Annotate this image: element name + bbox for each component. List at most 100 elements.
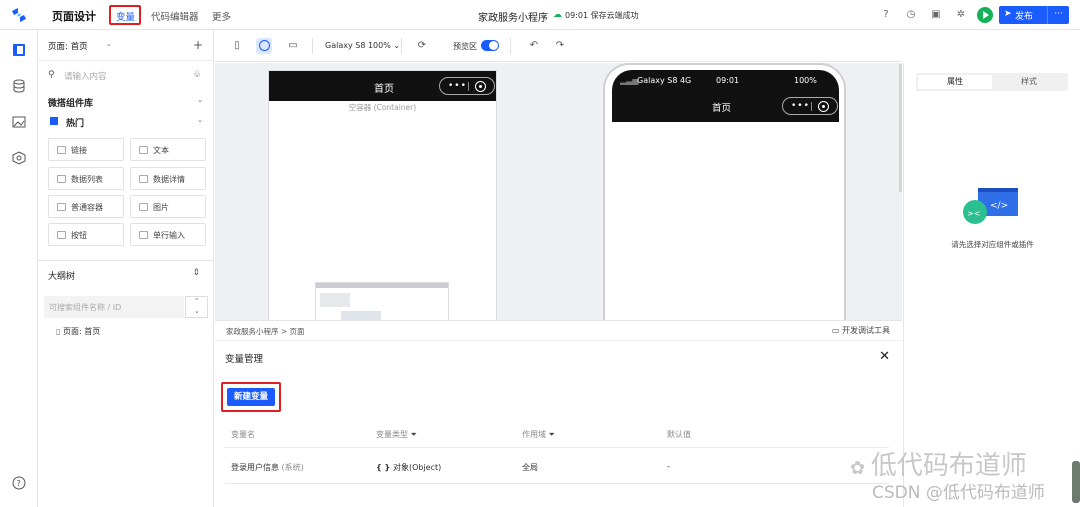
column-header-type-label: 变量类型: [376, 430, 408, 439]
watermark-title: ✿ 低代码布道师: [850, 445, 1027, 482]
component-image[interactable]: 图片: [130, 195, 206, 218]
help-circle-icon[interactable]: ?: [12, 476, 26, 490]
canvas-scrollbar[interactable]: [899, 64, 902, 192]
filter-icon[interactable]: ⏷: [411, 430, 417, 439]
component-label: 链接: [71, 146, 87, 155]
expand-toggle-icon[interactable]: ⇕: [192, 268, 200, 278]
tab-properties[interactable]: 属性: [918, 75, 992, 89]
component-label: 数据详情: [153, 175, 185, 184]
redo-icon[interactable]: ↷: [552, 38, 568, 54]
chevron-down-icon[interactable]: ⌄: [197, 116, 203, 124]
close-icon[interactable]: ✕: [879, 349, 890, 364]
column-header-type[interactable]: 变量类型 ⏷: [376, 429, 417, 440]
component-link[interactable]: 链接: [48, 138, 124, 161]
column-header-scope[interactable]: 作用域 ⏷: [522, 429, 555, 440]
close-target-icon: [818, 101, 829, 112]
empty-container-placeholder[interactable]: 空容器 (Container): [269, 102, 496, 113]
app-root: 页面设计 变量 代码编辑器 更多 家政服务小程序 ☁ 09:01 保存云端成功 …: [0, 0, 1080, 507]
device-battery: 100%: [794, 76, 817, 85]
detail-icon: [139, 175, 148, 183]
device-screen[interactable]: ▂▃▅ Galaxy S8 4G 09:01 100% 首页 •••: [612, 70, 839, 330]
outline-nav-buttons[interactable]: ⌃ ⌄: [185, 296, 208, 318]
chevron-up-icon[interactable]: ⌃: [194, 297, 200, 305]
table-row-divider: [225, 483, 889, 484]
minimap-header: [316, 283, 448, 288]
capsule-divider: [468, 82, 469, 91]
component-button[interactable]: 按钮: [48, 223, 124, 246]
undo-icon[interactable]: ↶: [526, 38, 542, 54]
variable-name: 登录用户信息: [231, 463, 279, 472]
desktop-device-icon[interactable]: ▭: [285, 38, 301, 54]
tab-variables[interactable]: 变量: [116, 9, 135, 23]
new-variable-button[interactable]: 新建变量: [227, 388, 275, 406]
svg-text:><: ><: [967, 209, 980, 218]
library-title[interactable]: 微搭组件库: [48, 96, 93, 109]
component-input[interactable]: 单行输入: [130, 223, 206, 246]
toolbar-divider: [510, 38, 511, 54]
toolbar-divider: [312, 38, 313, 54]
search-placeholder: 请输入内容: [64, 72, 107, 82]
pages-icon[interactable]: [12, 43, 26, 57]
filter-icon[interactable]: ⏷: [549, 430, 555, 439]
history-icon[interactable]: ◷: [905, 9, 917, 21]
chevron-down-icon[interactable]: ⌄: [197, 96, 203, 104]
run-preview-button[interactable]: [977, 7, 993, 23]
tab-code-editor[interactable]: 代码编辑器: [151, 9, 199, 23]
input-icon: [139, 231, 148, 239]
page-scrollbar[interactable]: [1072, 461, 1080, 503]
outline-header[interactable]: 大纲树 ⇕: [38, 260, 214, 286]
devtools-button[interactable]: ▭ 开发调试工具: [832, 325, 890, 336]
database-icon[interactable]: [12, 79, 26, 93]
page-title: 页面设计: [52, 10, 96, 23]
refresh-icon[interactable]: ⟳: [414, 38, 430, 54]
preview-toggle[interactable]: [481, 40, 499, 51]
page-selector[interactable]: 页面: 首页: [48, 40, 88, 52]
page-file-icon: ▯: [56, 327, 63, 336]
publish-more-button[interactable]: ···: [1047, 6, 1069, 24]
button-icon: [57, 231, 66, 239]
top-bar: 页面设计 变量 代码编辑器 更多 家政服务小程序 ☁ 09:01 保存云端成功 …: [0, 0, 1080, 30]
component-data-detail[interactable]: 数据详情: [130, 167, 206, 190]
svg-text:</>: </>: [990, 201, 1008, 211]
settings-gear-icon[interactable]: ✲: [955, 9, 967, 21]
drawer-divider: [215, 340, 902, 341]
component-data-list[interactable]: 数据列表: [48, 167, 124, 190]
outline-search-input[interactable]: 可搜索组件名称 / ID: [44, 296, 184, 318]
save-icon[interactable]: ▣: [930, 9, 942, 21]
capsule-divider: [811, 102, 812, 111]
cell-variable-name[interactable]: 登录用户信息 (系统): [231, 462, 304, 473]
object-braces-icon: { }: [376, 463, 393, 472]
variable-drawer: 家政服务小程序 > 页面 ▭ 开发调试工具 变量管理 ✕ 新建变量 变量名 变量…: [215, 320, 902, 507]
outline-tree-item[interactable]: ▯ 页面: 首页: [56, 326, 100, 337]
chevron-down-icon[interactable]: ⌄: [194, 307, 200, 315]
component-text[interactable]: 文本: [130, 138, 206, 161]
app-name: 家政服务小程序: [478, 13, 548, 24]
app-logo-icon: [12, 8, 26, 22]
tree-item-label: 页面: 首页: [62, 327, 101, 336]
breadcrumb[interactable]: 家政服务小程序 > 页面: [226, 326, 305, 337]
devtools-icon: ▭: [831, 326, 842, 335]
tab-styles[interactable]: 样式: [992, 75, 1066, 89]
variable-manager-title: 变量管理: [225, 354, 264, 365]
cell-variable-default: -: [667, 462, 670, 471]
chevron-down-icon[interactable]: ⌄: [106, 40, 112, 48]
device-selector-label: Galaxy S8 100%: [325, 41, 391, 50]
component-container[interactable]: 普通容器: [48, 195, 124, 218]
device-preview-frame: ▂▃▅ Galaxy S8 4G 09:01 100% 首页 •••: [603, 63, 846, 330]
column-header-name: 变量名: [231, 430, 255, 439]
component-search-input[interactable]: 请输入内容: [64, 70, 184, 84]
miniprogram-device-icon[interactable]: [256, 38, 272, 54]
help-icon[interactable]: ?: [880, 9, 892, 21]
publish-button[interactable]: ➤ 发布 ···: [999, 6, 1069, 24]
canvas-minimap[interactable]: [315, 282, 449, 321]
extension-icon[interactable]: [12, 151, 26, 165]
add-page-icon[interactable]: +: [193, 38, 203, 52]
tab-more[interactable]: 更多: [212, 9, 231, 23]
component-tree-icon[interactable]: ♧: [193, 70, 201, 80]
svg-text:?: ?: [17, 479, 21, 488]
mobile-device-icon[interactable]: ▯: [229, 38, 245, 54]
send-icon: ➤: [1004, 9, 1012, 19]
image-icon[interactable]: [12, 115, 26, 129]
hot-section-title[interactable]: 热门: [66, 116, 84, 129]
device-selector[interactable]: Galaxy S8 100% ⌄: [325, 41, 400, 50]
